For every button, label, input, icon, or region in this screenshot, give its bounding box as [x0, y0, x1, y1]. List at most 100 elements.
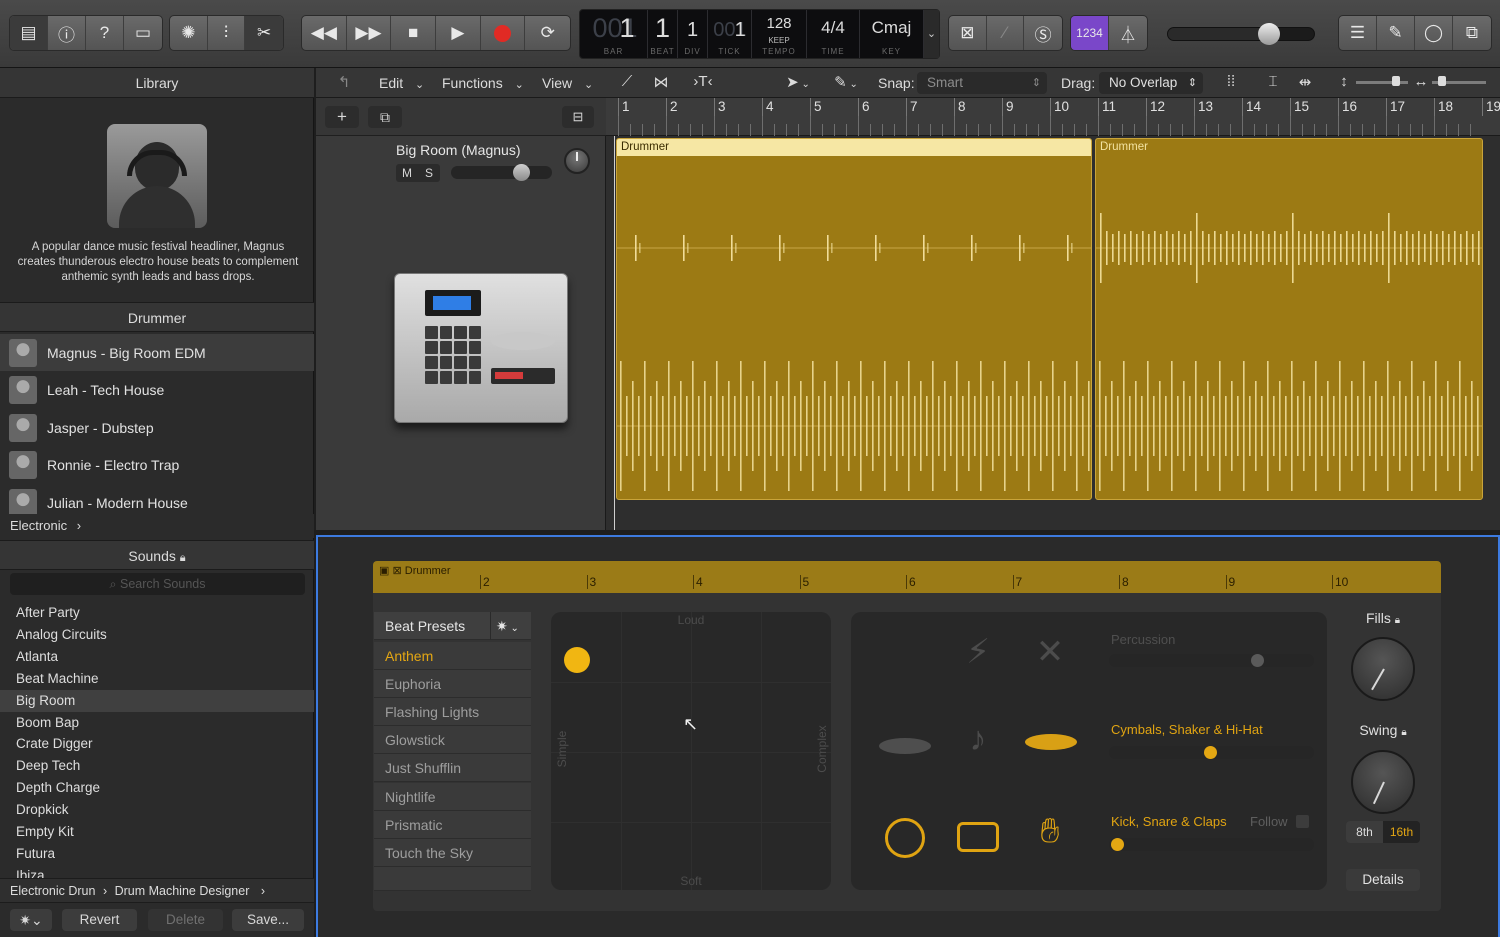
percussion-slider-knob[interactable]	[1251, 654, 1264, 667]
stop-button[interactable]: ■	[391, 16, 437, 50]
sound-list-item[interactable]: Boom Bap	[0, 712, 314, 734]
pencil-tool[interactable]: ✎ ⌄	[826, 73, 866, 93]
preset-item[interactable]: Euphoria	[374, 670, 531, 699]
cymbals-slider[interactable]	[1109, 746, 1314, 759]
lcd-key[interactable]: Cmaj KEY	[860, 10, 924, 58]
library-button[interactable]: ▤	[10, 16, 48, 50]
drummer-list-item[interactable]: Ronnie - Electro Trap	[0, 447, 314, 484]
fast-forward-button[interactable]: ▶▶	[347, 16, 392, 50]
cymbals-slider-knob[interactable]	[1204, 746, 1217, 759]
editor-ruler[interactable]: ▣ ⊠ Drummer 2 3 4 5 6 7 8 9 10	[373, 561, 1441, 593]
drummer-list-item[interactable]: Jasper - Dubstep	[0, 409, 314, 446]
mute-button[interactable]: M	[396, 164, 418, 182]
solo-button[interactable]: S	[418, 164, 440, 182]
fit-vertical-icon[interactable]: ⌶	[1260, 73, 1286, 93]
tuner-button[interactable]: ⁄	[987, 16, 1025, 50]
master-volume-slider[interactable]	[1167, 23, 1315, 45]
sound-list-item[interactable]: Analog Circuits	[0, 624, 314, 646]
delete-button[interactable]: Delete	[148, 909, 223, 931]
details-button[interactable]: Details	[1346, 869, 1420, 891]
catch-icon[interactable]: ›T‹	[688, 73, 718, 93]
save-button[interactable]: Save...	[232, 909, 304, 931]
drummer-region-1[interactable]: Drummer	[616, 138, 1092, 500]
horizontal-zoom-knob[interactable]	[1438, 76, 1446, 86]
sound-list-item[interactable]: Dropkick	[0, 799, 314, 821]
list-editors-button[interactable]: ☰	[1339, 16, 1377, 50]
revert-button[interactable]: Revert	[62, 909, 137, 931]
drummer-list-item[interactable]: Magnus - Big Room EDM	[0, 334, 314, 371]
duplicate-track-button[interactable]: ⧉	[368, 106, 402, 128]
lcd-time[interactable]: 4/4 TIME	[807, 10, 860, 58]
browsers-button[interactable]: ⧉	[1453, 16, 1491, 50]
lcd-tempo[interactable]: 128 KEEP TEMPO	[752, 10, 807, 58]
loop-browser-button[interactable]: ◯	[1415, 16, 1453, 50]
breadcrumb-patch[interactable]: Drum Machine Designer	[115, 884, 250, 898]
breadcrumb-category[interactable]: Electronic Drun	[10, 884, 95, 898]
flex-icon[interactable]: ⋈	[646, 73, 676, 93]
sound-list-item[interactable]: After Party	[0, 602, 314, 624]
bar-ruler[interactable]	[606, 98, 1500, 136]
sound-list-item[interactable]: Futura	[0, 843, 314, 865]
toolbar-button[interactable]: ▭	[124, 16, 162, 50]
follow-checkbox[interactable]	[1296, 815, 1309, 828]
rewind-button[interactable]: ◀◀	[302, 16, 347, 50]
track-volume-knob[interactable]	[513, 164, 530, 181]
smart-controls-button[interactable]: ✺	[170, 16, 208, 50]
solo-mode-button[interactable]: Ⓢ	[1024, 16, 1062, 50]
sticks-icon[interactable]: ✕	[1027, 632, 1073, 672]
kick-snare-slider-knob[interactable]	[1111, 838, 1124, 851]
drag-select[interactable]: No Overlap ⇕	[1099, 72, 1203, 94]
waveform-zoom-icon[interactable]: ⁞⁞	[1218, 73, 1244, 93]
drummer-region-2[interactable]: Drummer	[1095, 138, 1483, 500]
quick-help-button[interactable]: ?	[86, 16, 124, 50]
snap-select[interactable]: Smart ⇕	[917, 72, 1047, 94]
preset-item[interactable]: Flashing Lights	[374, 698, 531, 727]
horizontal-zoom-slider[interactable]	[1432, 76, 1486, 86]
preset-item[interactable]: Nightlife	[374, 782, 531, 811]
shaker-icon[interactable]	[879, 738, 931, 754]
preset-item[interactable]: Touch the Sky	[374, 838, 531, 867]
claps-icon[interactable]: ✋︎	[1027, 812, 1073, 851]
functions-menu[interactable]: Functions ⌄	[442, 68, 524, 98]
edit-menu[interactable]: Edit ⌄	[379, 68, 424, 98]
vertical-zoom-knob[interactable]	[1392, 76, 1400, 86]
sound-list-item[interactable]: Beat Machine	[0, 668, 314, 690]
swing-knob[interactable]	[1351, 750, 1415, 814]
track-volume-slider[interactable]	[451, 164, 552, 181]
back-icon[interactable]: ↰	[334, 73, 354, 93]
track-name[interactable]: Big Room (Magnus)	[396, 142, 521, 158]
lcd-display[interactable]: 0011 BAR 1 BEAT 1 DIV 0011 TICK 128 KEEP…	[579, 9, 940, 59]
sound-list-item[interactable]: Big Room	[0, 689, 314, 712]
editors-button[interactable]: ✂	[245, 16, 283, 50]
note-pad-button[interactable]: ✎	[1377, 16, 1415, 50]
kick-snare-slider[interactable]	[1109, 838, 1314, 851]
snare-drum-icon[interactable]	[957, 822, 999, 852]
track-pan-knob[interactable]	[564, 148, 590, 174]
sound-list-item[interactable]: Depth Charge	[0, 777, 314, 799]
sound-list-item[interactable]: Atlanta	[0, 646, 314, 668]
sixteenth-note-button[interactable]: 16th	[1383, 821, 1420, 843]
inspector-button[interactable]: ⓘ	[48, 16, 86, 50]
eighth-note-button[interactable]: 8th	[1346, 821, 1383, 843]
count-in-button[interactable]: 1234	[1071, 16, 1110, 50]
playhead[interactable]	[614, 136, 615, 530]
master-volume-knob[interactable]	[1258, 23, 1280, 45]
hihat-icon[interactable]	[1025, 734, 1077, 750]
metronome-button[interactable]: ⏃	[1109, 16, 1147, 50]
genre-selector[interactable]: Electronic ›	[0, 514, 314, 538]
preset-action-menu[interactable]: ✷ ⌄	[496, 612, 519, 643]
global-tracks-button[interactable]: ⊟	[562, 106, 594, 128]
play-button[interactable]: ▶	[436, 16, 481, 50]
pointer-tool[interactable]: ➤ ⌄	[778, 73, 818, 93]
add-track-button[interactable]: +	[325, 106, 359, 128]
percussion-slider[interactable]	[1109, 654, 1314, 667]
preset-item[interactable]: Glowstick	[374, 726, 531, 755]
sound-list-item[interactable]: Crate Digger	[0, 733, 314, 755]
vertical-zoom-slider[interactable]	[1356, 76, 1408, 86]
view-menu[interactable]: View ⌄	[542, 68, 593, 98]
maraca-icon[interactable]: ♪	[955, 720, 1001, 759]
fit-horizontal-icon[interactable]: ⇹	[1292, 73, 1318, 93]
search-sounds-input[interactable]: ⌕ Search Sounds	[10, 573, 305, 595]
sound-list-item[interactable]: Deep Tech	[0, 755, 314, 777]
record-button[interactable]	[481, 16, 526, 50]
